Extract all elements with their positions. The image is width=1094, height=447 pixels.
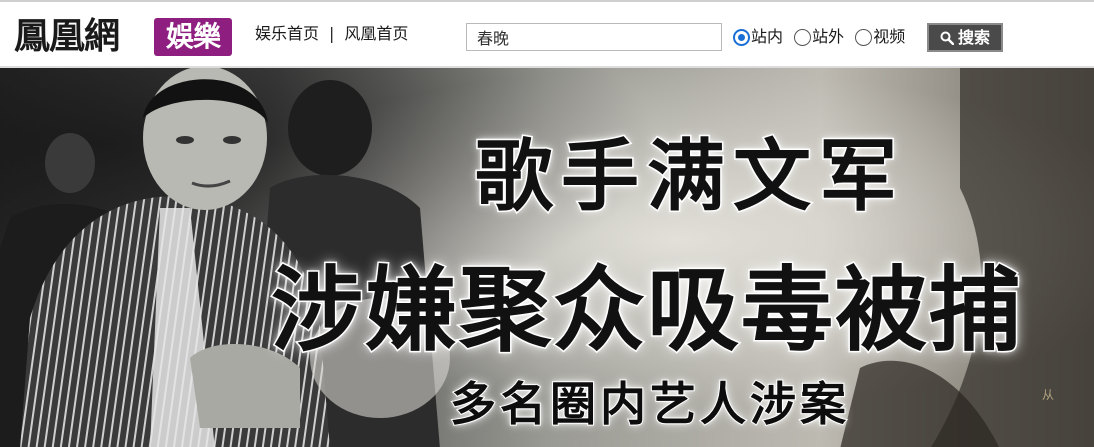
nav-separator: | <box>329 24 335 43</box>
nav-link-ent-home[interactable]: 娱乐首页 <box>255 24 319 43</box>
top-header: 鳳凰網 娛樂 娱乐首页 | 风凰首页 站内 站外 视频 搜索 <box>0 0 1094 66</box>
headline-line-2: 涉嫌聚众吸毒被捕 <box>269 256 1023 366</box>
site-logo[interactable]: 鳳凰網 <box>14 14 120 58</box>
top-nav: 娱乐首页 | 风凰首页 <box>255 22 408 46</box>
search-button[interactable]: 搜索 <box>927 23 1003 52</box>
banner-corner-text: 从 <box>1042 388 1055 402</box>
headline-banner[interactable]: 歌手满文军 涉嫌聚众吸毒被捕 多名圈内艺人涉案 从 <box>0 66 1094 447</box>
radio-label: 站外 <box>812 27 845 46</box>
radio-button[interactable] <box>794 28 812 46</box>
search-scope-group: 站内 站外 视频 <box>733 24 911 50</box>
radio-option-site[interactable]: 站内 <box>733 24 783 50</box>
search-input[interactable] <box>466 23 722 51</box>
radio-option-web[interactable]: 站外 <box>794 24 844 50</box>
radio-label: 站内 <box>751 27 784 46</box>
radio-button-checked[interactable] <box>733 28 750 46</box>
channel-badge[interactable]: 娛樂 <box>154 18 232 56</box>
radio-option-video[interactable]: 视频 <box>855 24 905 50</box>
headline-line-3: 多名圈内艺人涉案 <box>449 376 850 432</box>
headline-line-1: 歌手满文军 <box>473 131 905 224</box>
nav-link-ifeng-home[interactable]: 风凰首页 <box>344 24 408 43</box>
radio-label: 视频 <box>873 27 906 46</box>
search-button-label: 搜索 <box>957 28 990 47</box>
magnifier-icon <box>940 31 954 45</box>
radio-button[interactable] <box>855 28 873 46</box>
